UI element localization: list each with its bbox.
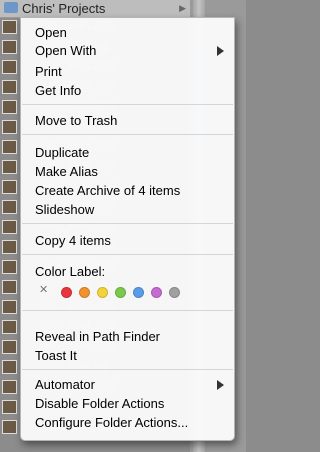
menu-item-configure-folder-actions[interactable]: Configure Folder Actions... [21, 414, 234, 431]
image-thumbnail-icon [2, 20, 17, 34]
menu-item-get-info[interactable]: Get Info [21, 82, 234, 99]
menu-item-copy[interactable]: Copy 4 items [21, 232, 234, 249]
menu-item-label: Automator [35, 377, 95, 392]
menu-item-label: Open With [35, 43, 97, 58]
menu-separator [22, 369, 233, 370]
color-label-heading: Color Label: [35, 264, 106, 279]
menu-item-slideshow[interactable]: Slideshow [21, 201, 234, 218]
menu-separator [22, 254, 233, 255]
color-swatch-red[interactable] [61, 287, 72, 298]
image-thumbnail-icon [2, 240, 17, 254]
image-thumbnail-icon [2, 340, 17, 354]
menu-item-label: Toast It [35, 348, 77, 363]
image-thumbnail-icon [2, 420, 17, 434]
menu-item-label: Copy 4 items [35, 233, 111, 248]
menu-item-label: Get Info [35, 83, 82, 98]
menu-item-move-to-trash[interactable]: Move to Trash [21, 112, 234, 129]
color-swatch-gray[interactable] [169, 287, 180, 298]
submenu-arrow-icon [217, 46, 224, 56]
image-thumbnail-icon [2, 160, 17, 174]
menu-item-duplicate[interactable]: Duplicate [21, 144, 234, 161]
menu-separator [22, 223, 233, 224]
color-swatch-blue[interactable] [133, 287, 144, 298]
context-menu: Open Open With Print Get Info Move to Tr… [20, 17, 235, 441]
menu-item-label: Slideshow [35, 202, 95, 217]
image-thumbnail-icon [2, 60, 17, 74]
image-thumbnail-icon [2, 380, 17, 394]
image-thumbnail-icon [2, 320, 17, 334]
menu-item-label: Reveal in Path Finder [35, 329, 161, 344]
menu-item-label: Move to Trash [35, 113, 118, 128]
color-swatch-purple[interactable] [151, 287, 162, 298]
no-color-icon[interactable]: ✕ [39, 283, 48, 297]
menu-item-automator[interactable]: Automator [21, 376, 234, 393]
image-thumbnail-icon [2, 180, 17, 194]
menu-item-open-with[interactable]: Open With [21, 42, 234, 59]
menu-separator [22, 310, 233, 311]
image-thumbnail-icon [2, 360, 17, 374]
menu-item-label: Disable Folder Actions [35, 396, 165, 411]
menu-item-label: Configure Folder Actions... [35, 415, 189, 430]
image-thumbnail-icon [2, 120, 17, 134]
submenu-arrow-icon [217, 380, 224, 390]
menu-item-label: Print [35, 64, 62, 79]
color-swatch-yellow[interactable] [97, 287, 108, 298]
menu-item-create-archive[interactable]: Create Archive of 4 items [21, 182, 234, 199]
image-thumbnail-icon [2, 300, 17, 314]
menu-item-disable-folder-actions[interactable]: Disable Folder Actions [21, 395, 234, 412]
menu-item-label: Open [35, 25, 67, 40]
disclosure-arrow-icon[interactable]: ▶ [179, 0, 186, 17]
menu-item-open[interactable]: Open [21, 24, 234, 41]
image-thumbnail-icon [2, 100, 17, 114]
image-thumbnail-icon [2, 260, 17, 274]
menu-item-toast-it[interactable]: Toast It [21, 347, 234, 364]
folder-icon [4, 2, 18, 13]
menu-separator [22, 104, 233, 105]
image-thumbnail-icon [2, 140, 17, 154]
menu-item-make-alias[interactable]: Make Alias [21, 163, 234, 180]
color-label-swatches: ✕ [21, 283, 234, 298]
color-swatch-orange[interactable] [79, 287, 90, 298]
image-thumbnail-icon [2, 200, 17, 214]
menu-item-label: Duplicate [35, 145, 90, 160]
image-thumbnail-icon [2, 400, 17, 414]
menu-item-reveal-in-path-finder[interactable]: Reveal in Path Finder [21, 328, 234, 345]
folder-header-row[interactable]: Chris' Projects ▶ [0, 0, 190, 18]
menu-item-print[interactable]: Print [21, 63, 234, 80]
image-thumbnail-icon [2, 80, 17, 94]
image-thumbnail-icon [2, 40, 17, 54]
image-thumbnail-icon [2, 280, 17, 294]
folder-title: Chris' Projects [22, 1, 106, 16]
menu-item-label: Create Archive of 4 items [35, 183, 181, 198]
menu-separator [22, 134, 233, 135]
image-thumbnail-icon [2, 220, 17, 234]
menu-item-label: Make Alias [35, 164, 98, 179]
color-swatch-green[interactable] [115, 287, 126, 298]
